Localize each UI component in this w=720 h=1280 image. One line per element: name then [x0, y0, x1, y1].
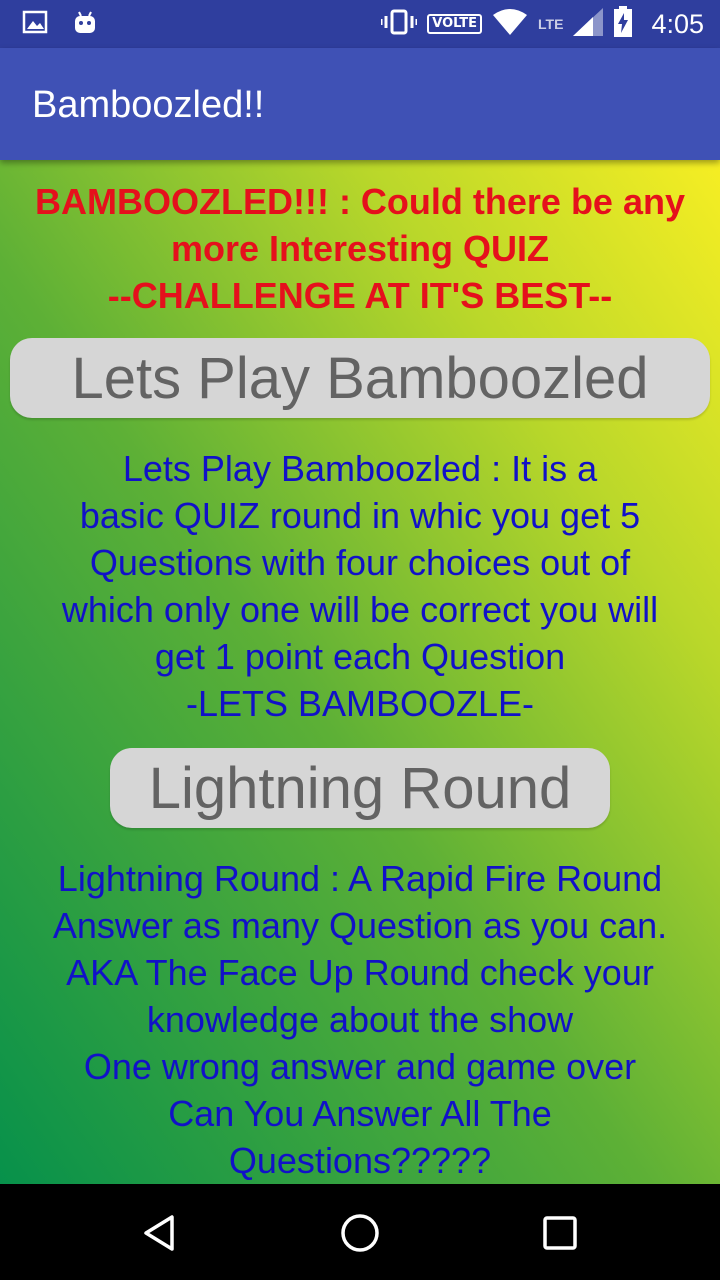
lets-play-bamboozled-button[interactable]: Lets Play Bamboozled [10, 338, 710, 418]
main-content[interactable]: BAMBOOZLED!!! : Could there be any more … [0, 160, 720, 1184]
recents-icon[interactable] [530, 1208, 590, 1258]
lightning-round-button[interactable]: Lightning Round [110, 748, 610, 828]
image-icon [22, 10, 48, 41]
app-title: Bamboozled!! [32, 84, 265, 126]
android-icon [72, 10, 98, 41]
header-tagline: BAMBOOZLED!!! : Could there be any more … [35, 181, 685, 316]
vibrate-icon [379, 9, 419, 40]
lightning-description: Lightning Round : A Rapid Fire Round Ans… [52, 858, 668, 1181]
play-description: Lets Play Bamboozled : It is a basic QUI… [61, 448, 659, 724]
app-bar: Bamboozled!! [0, 48, 720, 160]
signal-icon [573, 7, 604, 41]
battery-charging-icon [613, 5, 633, 43]
wifi-icon [492, 8, 528, 41]
volte-indicator: VOLTE [427, 14, 483, 34]
navigation-bar [0, 1184, 720, 1280]
back-icon[interactable] [130, 1208, 190, 1258]
status-clock: 4:05 [651, 8, 704, 39]
home-icon[interactable] [330, 1208, 390, 1258]
lte-indicator: LTE [538, 16, 564, 32]
status-bar: VOLTE LTE 4:05 [0, 0, 720, 48]
